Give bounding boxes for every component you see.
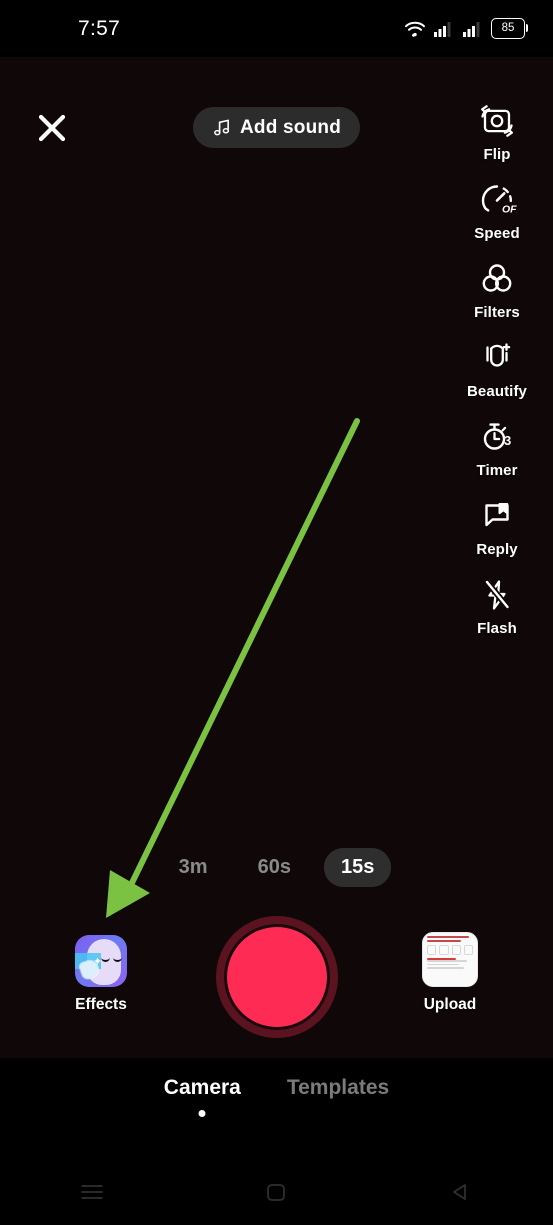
tool-speed[interactable]: OFF Speed: [449, 179, 545, 242]
camera-flip-icon: [477, 100, 517, 142]
close-icon: [38, 114, 66, 142]
tool-flash[interactable]: Flash: [449, 574, 545, 637]
speedometer-icon: OFF: [477, 179, 517, 221]
effects-label: Effects: [75, 996, 127, 1013]
status-icons: 85: [404, 18, 528, 39]
home-square-icon: [267, 1183, 286, 1201]
upload-thumbnail-icon: [422, 932, 478, 987]
tool-reply[interactable]: Reply: [449, 495, 545, 558]
tool-label: Filters: [474, 304, 520, 321]
tool-label: Timer: [476, 462, 518, 479]
battery-level: 85: [501, 21, 515, 34]
duration-option-15s[interactable]: 15s: [323, 848, 392, 887]
signal-sim2-icon: [463, 21, 480, 37]
reply-bubble-icon: [477, 495, 517, 537]
active-tab-indicator: [198, 1110, 206, 1117]
tool-flip[interactable]: Flip: [449, 100, 545, 163]
tab-templates-label: Templates: [286, 1076, 390, 1099]
add-sound-label: Add sound: [240, 116, 342, 138]
signal-sim1-icon: [434, 21, 451, 37]
recents-menu-icon: [81, 1184, 104, 1199]
tool-label: Reply: [476, 541, 518, 558]
status-time: 7:57: [78, 16, 121, 40]
record-button[interactable]: [216, 916, 338, 1038]
nav-recents-button[interactable]: [57, 1169, 127, 1214]
close-button[interactable]: [32, 108, 72, 148]
capture-controls: ✦ Effects Upload: [0, 910, 553, 1038]
tab-templates[interactable]: Templates: [287, 1076, 389, 1100]
speed-badge-text: OFF: [502, 204, 517, 216]
effects-button[interactable]: ✦ Effects: [60, 935, 142, 1014]
tool-beautify[interactable]: Beautify: [449, 337, 545, 400]
filters-circles-icon: [477, 258, 517, 300]
status-bar: 7:57 85: [0, 0, 553, 57]
phone-screen: 7:57 85 Add sound Flip OF Speed Filters …: [0, 0, 553, 1225]
tab-camera-label: Camera: [163, 1076, 241, 1099]
android-nav-bar: [0, 1158, 553, 1225]
tool-filters[interactable]: Filters: [449, 258, 545, 321]
battery-icon: 85: [491, 18, 528, 39]
upload-label: Upload: [423, 996, 477, 1013]
tool-label: Flip: [483, 146, 511, 163]
upload-button[interactable]: Upload: [405, 932, 495, 1014]
duration-selector: 3m 60s 15s: [0, 848, 553, 887]
beautify-face-icon: [477, 337, 517, 379]
back-triangle-icon: [452, 1183, 466, 1200]
timer-badge-text: 3: [504, 433, 511, 448]
tool-label: Speed: [474, 225, 520, 242]
duration-option-3m[interactable]: 3m: [162, 848, 225, 887]
effects-thumbnail-icon: ✦: [75, 935, 127, 987]
tool-timer[interactable]: 3 Timer: [449, 416, 545, 479]
tool-label: Flash: [477, 620, 517, 637]
mode-bar: Camera Templates: [0, 1058, 553, 1158]
tool-rail: Flip OFF Speed: [449, 100, 545, 653]
music-note-icon: [214, 119, 230, 136]
nav-home-button[interactable]: [241, 1169, 311, 1214]
duration-option-60s[interactable]: 60s: [241, 848, 308, 887]
mode-tabs: Camera Templates: [0, 1076, 553, 1117]
nav-back-button[interactable]: [426, 1169, 496, 1214]
record-button-icon: [227, 927, 327, 1027]
add-sound-button[interactable]: Add sound: [193, 107, 361, 148]
tool-label: Beautify: [467, 383, 527, 400]
wifi-icon: [405, 21, 425, 37]
flash-off-icon: [477, 574, 517, 616]
tab-camera[interactable]: Camera: [163, 1076, 241, 1117]
stopwatch-icon: 3: [477, 416, 517, 458]
